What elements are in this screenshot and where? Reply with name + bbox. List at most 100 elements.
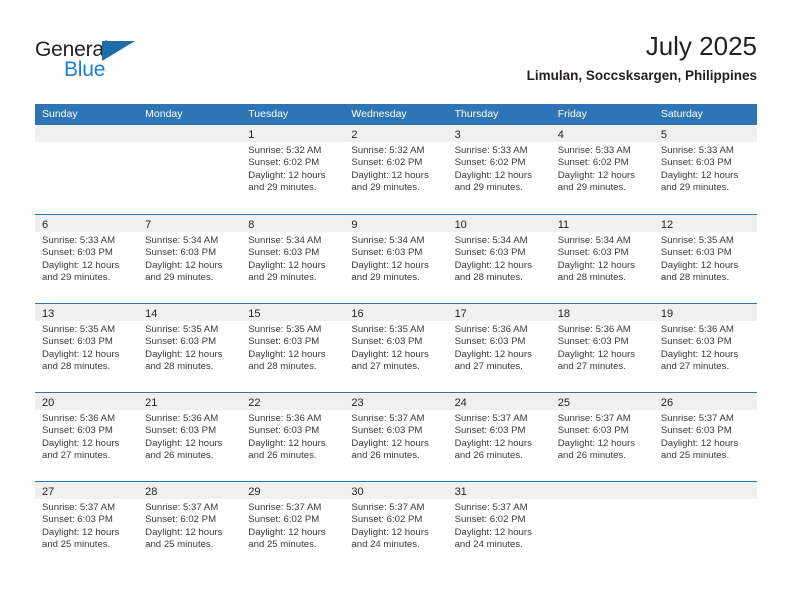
calendar-week-row: 20 Sunrise: 5:36 AM Sunset: 6:03 PM Dayligh… [35, 392, 757, 481]
page-subtitle: Limulan, Soccsksargen, Philippines [526, 68, 757, 83]
page-title: July 2025 [645, 31, 757, 61]
sunrise-text: Sunrise: 5:32 AM [248, 145, 322, 156]
day-number-band: 22 [241, 393, 345, 410]
sunset-text: Sunset: 6:03 PM [351, 336, 423, 348]
day-details: Sunrise: 5:34 AM Sunset: 6:03 PM Daylight:… [138, 232, 241, 284]
calendar-day-cell[interactable]: 15 Sunrise: 5:35 AM Sunset: 6:03 PM Dayligh… [241, 304, 345, 392]
calendar-day-cell[interactable]: 10 Sunrise: 5:34 AM Sunset: 6:03 PM Dayligh… [447, 215, 551, 303]
daylight-text-line1: Daylight: 12 hours [42, 348, 120, 360]
daylight-text-line2: and 26 minutes. [145, 449, 214, 461]
day-number-band: 20 [35, 393, 139, 410]
weekday-header-friday: Friday [557, 108, 587, 120]
calendar-day-cell[interactable]: 1 Sunrise: 5:32 AM Sunset: 6:02 PM Daylight… [241, 125, 345, 214]
sunset-text: Sunset: 6:03 PM [660, 425, 732, 437]
daylight-text-line1: Daylight: 12 hours [557, 169, 636, 181]
day-details: Sunrise: 5:37 AM Sunset: 6:02 PM Daylight:… [448, 499, 551, 551]
sunrise-text: Sunrise: 5:37 AM [454, 502, 528, 513]
day-number: 22 [248, 397, 261, 409]
logo-text-blue: Blue [64, 58, 106, 81]
sunset-text: Sunset: 6:03 PM [351, 247, 423, 259]
calendar-day-cell[interactable]: 25 Sunrise: 5:37 AM Sunset: 6:03 PM Dayligh… [550, 393, 654, 481]
daylight-text-line2: and 26 minutes. [351, 449, 420, 461]
day-details [654, 499, 757, 502]
calendar-day-cell[interactable]: 28 Sunrise: 5:37 AM Sunset: 6:02 PM Dayligh… [138, 482, 242, 570]
sunset-text: Sunset: 6:03 PM [557, 425, 629, 437]
daylight-text-line1: Daylight: 12 hours [351, 169, 429, 181]
daylight-text-line2: and 27 minutes. [454, 360, 523, 372]
daylight-text-line2: and 25 minutes. [660, 449, 730, 461]
calendar-day-cell[interactable]: 14 Sunrise: 5:35 AM Sunset: 6:03 PM Dayligh… [138, 304, 242, 392]
sunset-text: Sunset: 6:03 PM [660, 336, 732, 348]
day-details: Sunrise: 5:33 AM Sunset: 6:03 PM Daylight:… [654, 142, 757, 194]
daylight-text-line2: and 26 minutes. [454, 449, 523, 461]
calendar-day-cell[interactable]: 29 Sunrise: 5:37 AM Sunset: 6:02 PM Dayligh… [241, 482, 345, 570]
calendar-day-cell[interactable]: 23 Sunrise: 5:37 AM Sunset: 6:03 PM Dayligh… [344, 393, 448, 481]
calendar-day-cell[interactable]: 11 Sunrise: 5:34 AM Sunset: 6:03 PM Dayligh… [550, 215, 654, 303]
calendar-day-cell[interactable]: 2 Sunrise: 5:32 AM Sunset: 6:02 PM Daylight… [344, 125, 448, 214]
sunrise-text: Sunrise: 5:35 AM [42, 324, 116, 335]
sunset-text: Sunset: 6:03 PM [557, 247, 629, 259]
calendar-day-cell[interactable]: 9 Sunrise: 5:34 AM Sunset: 6:03 PM Daylight… [344, 215, 448, 303]
sunrise-text: Sunrise: 5:34 AM [454, 235, 528, 246]
calendar-day-cell[interactable]: 6 Sunrise: 5:33 AM Sunset: 6:03 PM Daylight… [35, 215, 139, 303]
sunrise-text: Sunrise: 5:33 AM [557, 145, 631, 156]
calendar-day-cell[interactable]: 16 Sunrise: 5:35 AM Sunset: 6:03 PM Dayligh… [344, 304, 448, 392]
sunrise-text: Sunrise: 5:37 AM [42, 502, 116, 513]
daylight-text-line1: Daylight: 12 hours [248, 169, 326, 181]
calendar-day-cell[interactable]: 21 Sunrise: 5:36 AM Sunset: 6:03 PM Dayligh… [138, 393, 242, 481]
calendar-day-cell[interactable]: 24 Sunrise: 5:37 AM Sunset: 6:03 PM Dayligh… [447, 393, 551, 481]
sunrise-text: Sunrise: 5:37 AM [248, 502, 322, 513]
sunset-text: Sunset: 6:03 PM [248, 336, 320, 348]
daylight-text-line2: and 27 minutes. [660, 360, 730, 372]
day-number-band: 31 [447, 482, 551, 499]
calendar-weeks: 1 Sunrise: 5:32 AM Sunset: 6:02 PM Daylight… [35, 125, 757, 570]
calendar-day-cell[interactable]: 30 Sunrise: 5:37 AM Sunset: 6:02 PM Dayligh… [344, 482, 448, 570]
daylight-text-line1: Daylight: 12 hours [351, 437, 429, 449]
calendar-day-cell[interactable]: 31 Sunrise: 5:37 AM Sunset: 6:02 PM Dayligh… [447, 482, 551, 570]
daylight-text-line1: Daylight: 12 hours [248, 348, 326, 360]
day-number: 16 [351, 308, 364, 320]
daylight-text-line2: and 25 minutes. [145, 538, 214, 550]
sunset-text: Sunset: 6:03 PM [42, 425, 113, 437]
sunrise-text: Sunrise: 5:36 AM [145, 413, 219, 424]
day-number: 5 [660, 129, 667, 141]
calendar-day-cell[interactable]: 13 Sunrise: 5:35 AM Sunset: 6:03 PM Dayligh… [35, 304, 139, 392]
sunset-text: Sunset: 6:02 PM [351, 514, 423, 526]
daylight-text-line2: and 28 minutes. [557, 271, 626, 283]
sunrise-text: Sunrise: 5:34 AM [145, 235, 219, 246]
day-number: 18 [557, 308, 570, 320]
day-number-band: 21 [138, 393, 242, 410]
day-number-band: 27 [35, 482, 139, 499]
calendar-day-cell[interactable]: 8 Sunrise: 5:34 AM Sunset: 6:03 PM Daylight… [241, 215, 345, 303]
day-number: 23 [351, 397, 364, 409]
day-details: Sunrise: 5:32 AM Sunset: 6:02 PM Daylight:… [344, 142, 447, 194]
day-details: Sunrise: 5:35 AM Sunset: 6:03 PM Daylight:… [35, 321, 138, 373]
calendar-day-cell[interactable]: 17 Sunrise: 5:36 AM Sunset: 6:03 PM Dayligh… [447, 304, 551, 392]
calendar-day-cell[interactable]: 19 Sunrise: 5:36 AM Sunset: 6:03 PM Dayligh… [653, 304, 757, 392]
sunset-text: Sunset: 6:03 PM [454, 336, 526, 348]
daylight-text-line2: and 29 minutes. [557, 181, 626, 193]
calendar-day-cell[interactable]: 12 Sunrise: 5:35 AM Sunset: 6:03 PM Dayligh… [653, 215, 757, 303]
calendar-day-cell[interactable]: 4 Sunrise: 5:33 AM Sunset: 6:02 PM Daylight… [550, 125, 654, 214]
day-number-band: 26 [653, 393, 757, 410]
sunset-text: Sunset: 6:03 PM [42, 514, 113, 526]
day-number-band: 29 [241, 482, 345, 499]
calendar-day-cell[interactable]: 22 Sunrise: 5:36 AM Sunset: 6:03 PM Dayligh… [241, 393, 345, 481]
day-details: Sunrise: 5:36 AM Sunset: 6:03 PM Daylight:… [654, 321, 757, 373]
calendar-day-cell[interactable]: 26 Sunrise: 5:37 AM Sunset: 6:03 PM Dayligh… [653, 393, 757, 481]
calendar-day-cell[interactable]: 20 Sunrise: 5:36 AM Sunset: 6:03 PM Dayligh… [35, 393, 139, 481]
day-details: Sunrise: 5:35 AM Sunset: 6:03 PM Daylight:… [138, 321, 241, 373]
calendar-day-cell[interactable]: 27 Sunrise: 5:37 AM Sunset: 6:03 PM Dayligh… [35, 482, 139, 570]
day-number-band: 7 [138, 215, 242, 232]
sunrise-text: Sunrise: 5:37 AM [454, 413, 528, 424]
day-details [138, 142, 241, 145]
day-details: Sunrise: 5:37 AM Sunset: 6:03 PM Daylight:… [551, 410, 654, 462]
calendar-day-cell[interactable]: 18 Sunrise: 5:36 AM Sunset: 6:03 PM Dayligh… [550, 304, 654, 392]
daylight-text-line2: and 26 minutes. [248, 449, 317, 461]
calendar-day-cell[interactable]: 7 Sunrise: 5:34 AM Sunset: 6:03 PM Daylight… [138, 215, 242, 303]
sunrise-text: Sunrise: 5:37 AM [351, 502, 425, 513]
calendar-day-cell[interactable]: 5 Sunrise: 5:33 AM Sunset: 6:03 PM Daylight… [653, 125, 757, 214]
day-number: 13 [42, 308, 55, 320]
daylight-text-line1: Daylight: 12 hours [42, 259, 120, 271]
calendar-day-cell[interactable]: 3 Sunrise: 5:33 AM Sunset: 6:02 PM Daylight… [447, 125, 551, 214]
